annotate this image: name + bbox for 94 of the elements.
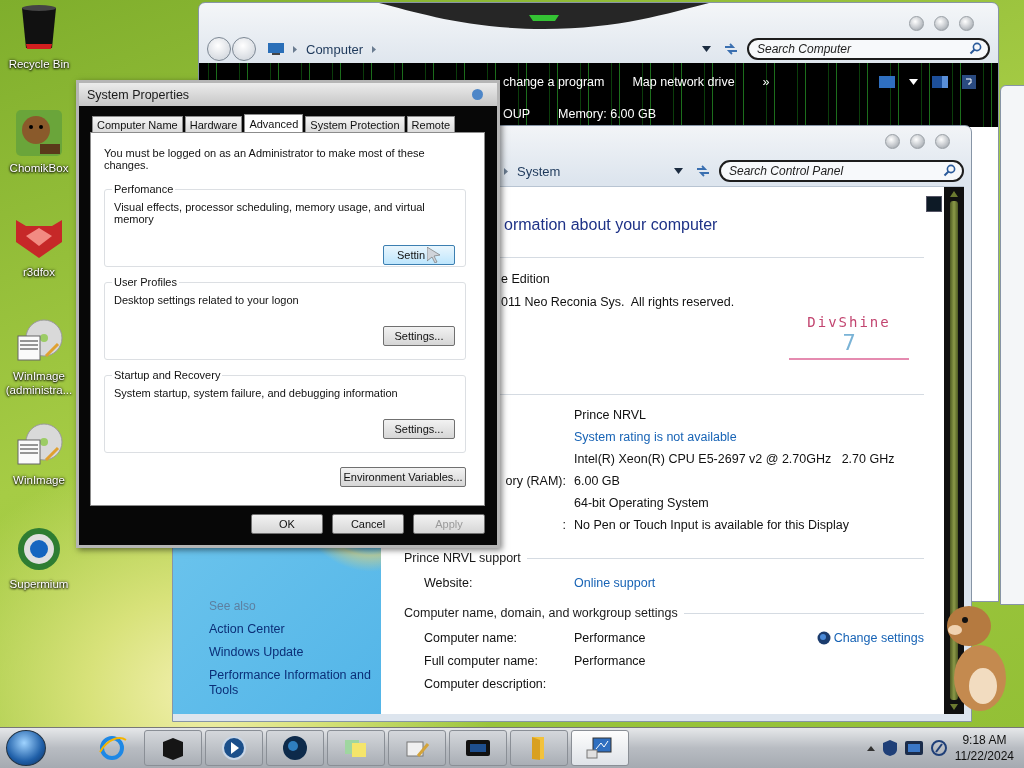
refresh-icon[interactable]: [723, 42, 739, 56]
edition-text: e Edition: [500, 271, 551, 288]
mouse-pointer-icon: [427, 247, 442, 263]
dropdown-caret-icon[interactable]: [909, 79, 918, 85]
browser-icon: [97, 734, 127, 762]
taskbar-button[interactable]: [266, 730, 324, 766]
section-title: Prince NRVL support: [404, 551, 521, 565]
chevron-icon: [503, 166, 509, 176]
search-field[interactable]: Search Computer: [747, 38, 990, 60]
start-button[interactable]: [6, 730, 46, 766]
sidebar-heading: See also: [209, 599, 257, 613]
chevron-icon: [371, 44, 378, 54]
chevron-icon: [292, 44, 298, 54]
section-title: Computer name, domain, and workgroup settings: [404, 606, 678, 620]
toolbar-button[interactable]: Map network drive: [632, 75, 735, 89]
search-field[interactable]: Search Control Panel: [719, 160, 964, 182]
dropdown-caret-icon[interactable]: [674, 168, 683, 174]
pane-icon[interactable]: [932, 76, 948, 88]
logo-version: 7: [842, 330, 856, 356]
hamster-icon: [14, 108, 64, 158]
field-label: :: [562, 518, 566, 532]
change-settings-link[interactable]: Change settings: [816, 630, 924, 645]
group-description: Visual effects, processor scheduling, memory usage, and virtual memory: [114, 201, 426, 225]
search-icon[interactable]: [943, 164, 956, 177]
computer-icon: [268, 43, 284, 55]
group-title: Perfomance: [113, 183, 175, 195]
play-icon: [219, 734, 249, 762]
toolbar-button[interactable]: change a program: [503, 75, 605, 89]
tab[interactable]: System Protection: [305, 116, 405, 132]
scroll-down-icon[interactable]: [950, 704, 958, 710]
group-description: System startup, system failure, and debugging information: [114, 387, 399, 399]
rating-link[interactable]: System rating is not available: [574, 430, 924, 444]
breadcrumb[interactable]: Computer: [306, 41, 364, 57]
tab[interactable]: Hardware: [184, 116, 243, 132]
back-button[interactable]: [207, 37, 231, 61]
detail-text: Memory: 6.00 GB: [558, 107, 657, 121]
field-value: 64-bit Operating System: [574, 496, 710, 510]
clock-time: 9:18 AM: [962, 732, 1007, 748]
clock[interactable]: 9:18 AM 11/22/2024: [954, 732, 1018, 764]
tray-expand-icon[interactable]: [866, 745, 875, 751]
field-label: Computer name:: [424, 630, 518, 645]
refresh-icon[interactable]: [695, 164, 711, 178]
sidebar-link[interactable]: Windows Update: [209, 645, 371, 660]
taskbar-button[interactable]: [144, 730, 202, 766]
group-title: Startup and Recovery: [113, 369, 222, 381]
dropdown-caret-icon[interactable]: [702, 46, 711, 52]
network-icon[interactable]: [930, 740, 947, 756]
field-label: Full computer name:: [424, 653, 538, 668]
tab[interactable]: Remote: [406, 116, 456, 132]
support-link[interactable]: Online support: [574, 575, 924, 590]
forward-button[interactable]: [232, 37, 256, 61]
monitor-icon[interactable]: [904, 741, 923, 755]
toolbar-button[interactable]: »: [762, 75, 770, 89]
field-value: No Pen or Touch Input is available for this Display: [574, 518, 850, 532]
shield-icon[interactable]: [882, 740, 897, 756]
scrollbar[interactable]: [944, 187, 964, 714]
sidebar-link[interactable]: Action Center: [209, 622, 371, 637]
scroll-up-icon[interactable]: [950, 191, 958, 197]
search-icon[interactable]: [969, 42, 982, 55]
computer-icon: [585, 734, 615, 762]
taskbar-button[interactable]: [205, 730, 263, 766]
shield-icon: [816, 630, 831, 645]
field-label: ory (RAM):: [505, 474, 566, 488]
tab[interactable]: Computer Name: [92, 116, 183, 132]
breadcrumb[interactable]: System: [517, 163, 561, 179]
window-title: System Properties: [87, 87, 190, 102]
detail-text: OUP: [503, 107, 531, 121]
notice-text: You must be logged on as an Administrator to make most of these changes.: [104, 147, 426, 171]
help-icon[interactable]: [962, 75, 976, 89]
taskbar-button[interactable]: [571, 730, 629, 766]
group-description: Desktop settings related to your logon: [114, 294, 300, 306]
dialog-button[interactable]: OK: [251, 514, 323, 534]
clock-date: 11/22/2024: [954, 748, 1014, 764]
field-value: Intel(R) Xeon(R) CPU E5-2697 v2 @ 2.70GHz 2.70 GHz: [574, 452, 896, 466]
field-value: 6.00 GB: [574, 474, 621, 488]
edition-text: 011 Neo Reconia Sys. All rights reserved.: [500, 294, 736, 311]
sidebar-link[interactable]: Performance Information and Tools: [209, 668, 371, 698]
field-value: Performance: [574, 630, 647, 645]
settings-button[interactable]: Settings...: [383, 326, 455, 346]
logo-name: DivShine: [807, 314, 891, 330]
help-button[interactable]: [472, 89, 483, 100]
field-value: Prince NRVL: [574, 408, 648, 422]
settings-button[interactable]: Settings...: [383, 419, 455, 439]
field-label: Computer description:: [424, 676, 547, 691]
field-label: Website:: [424, 575, 473, 590]
globe-icon: [280, 734, 310, 762]
taskbar-button[interactable]: [449, 730, 507, 766]
field-value: Performance: [574, 653, 647, 668]
group-title: User Profiles: [113, 276, 178, 288]
help-button[interactable]: [926, 196, 942, 212]
environment-variables-button[interactable]: Environment Variables...: [340, 467, 466, 487]
dialog-button[interactable]: Cancel: [332, 514, 404, 534]
settings-button[interactable]: Settin: [383, 245, 455, 265]
page-heading: ormation about your computer: [504, 215, 719, 235]
